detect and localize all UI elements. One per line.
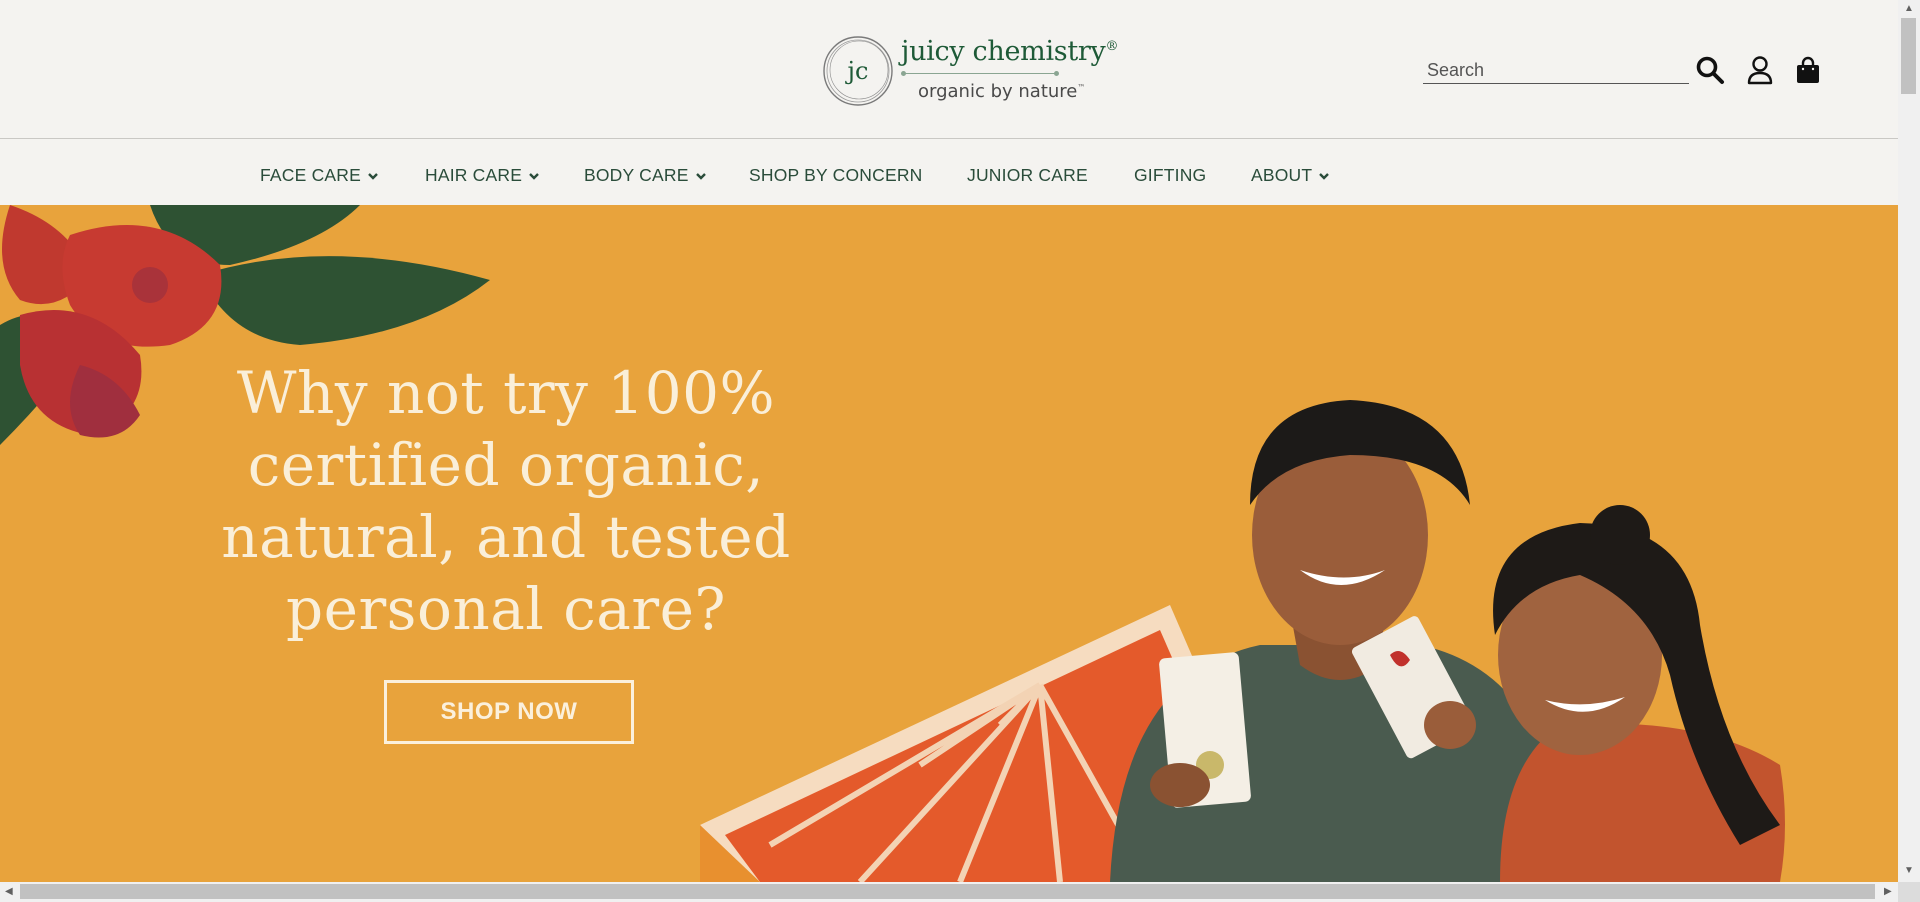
brand-logo[interactable]: jc juicy chemistry® organic by nature™	[821, 32, 1118, 112]
chevron-down-icon	[368, 172, 378, 180]
hero-headline-line: personal care?	[286, 575, 726, 643]
logo-tagline: organic by nature™	[918, 81, 1086, 102]
nav-gifting[interactable]: GIFTING	[1134, 165, 1206, 186]
search-icon[interactable]	[1693, 52, 1727, 88]
user-icon[interactable]	[1743, 52, 1777, 88]
hero-banner[interactable]: Why not try 100% certified organic, natu…	[0, 205, 1898, 882]
scrollbar-corner	[1898, 882, 1920, 902]
shop-now-button[interactable]: SHOP NOW	[384, 680, 634, 744]
nav-hair-care[interactable]: HAIR CARE	[425, 165, 540, 186]
logo-monogram: jc	[845, 57, 869, 85]
hero-headline: Why not try 100% certified organic, natu…	[196, 357, 816, 645]
vertical-scrollbar-thumb[interactable]	[1901, 18, 1916, 94]
nav-junior-care[interactable]: JUNIOR CARE	[967, 165, 1088, 186]
hero-headline-line: natural, and tested	[221, 503, 791, 571]
horizontal-scrollbar-thumb[interactable]	[20, 884, 1875, 899]
site-header: jc juicy chemistry® organic by nature™	[0, 0, 1898, 139]
nav-shop-by-concern[interactable]: SHOP BY CONCERN	[749, 165, 923, 186]
scroll-down-arrow-icon[interactable]: ▼	[1904, 866, 1914, 876]
vertical-scrollbar[interactable]	[1898, 0, 1920, 882]
shopping-bag-icon[interactable]	[1791, 52, 1825, 88]
scroll-left-arrow-icon[interactable]: ◀	[5, 887, 13, 897]
logo-name: juicy chemistry®	[901, 36, 1119, 67]
hero-headline-line: certified organic,	[247, 431, 765, 499]
nav-face-care[interactable]: FACE CARE	[260, 165, 379, 186]
scroll-up-arrow-icon[interactable]: ▲	[1904, 4, 1914, 14]
scroll-right-arrow-icon[interactable]: ▶	[1884, 887, 1892, 897]
main-navigation: FACE CARE HAIR CARE BODY CARE SHOP BY CO…	[0, 139, 1898, 205]
chevron-down-icon	[529, 172, 539, 180]
hero-headline-line: Why not try 100%	[236, 359, 776, 427]
nav-about[interactable]: ABOUT	[1251, 165, 1330, 186]
logo-divider	[901, 71, 1059, 76]
logo-monogram-circle: jc	[823, 36, 893, 106]
nav-body-care[interactable]: BODY CARE	[584, 165, 707, 186]
chevron-down-icon	[695, 172, 706, 180]
models-illustration	[1110, 400, 1785, 882]
search-input[interactable]	[1423, 58, 1689, 84]
chevron-down-icon	[1319, 172, 1330, 180]
